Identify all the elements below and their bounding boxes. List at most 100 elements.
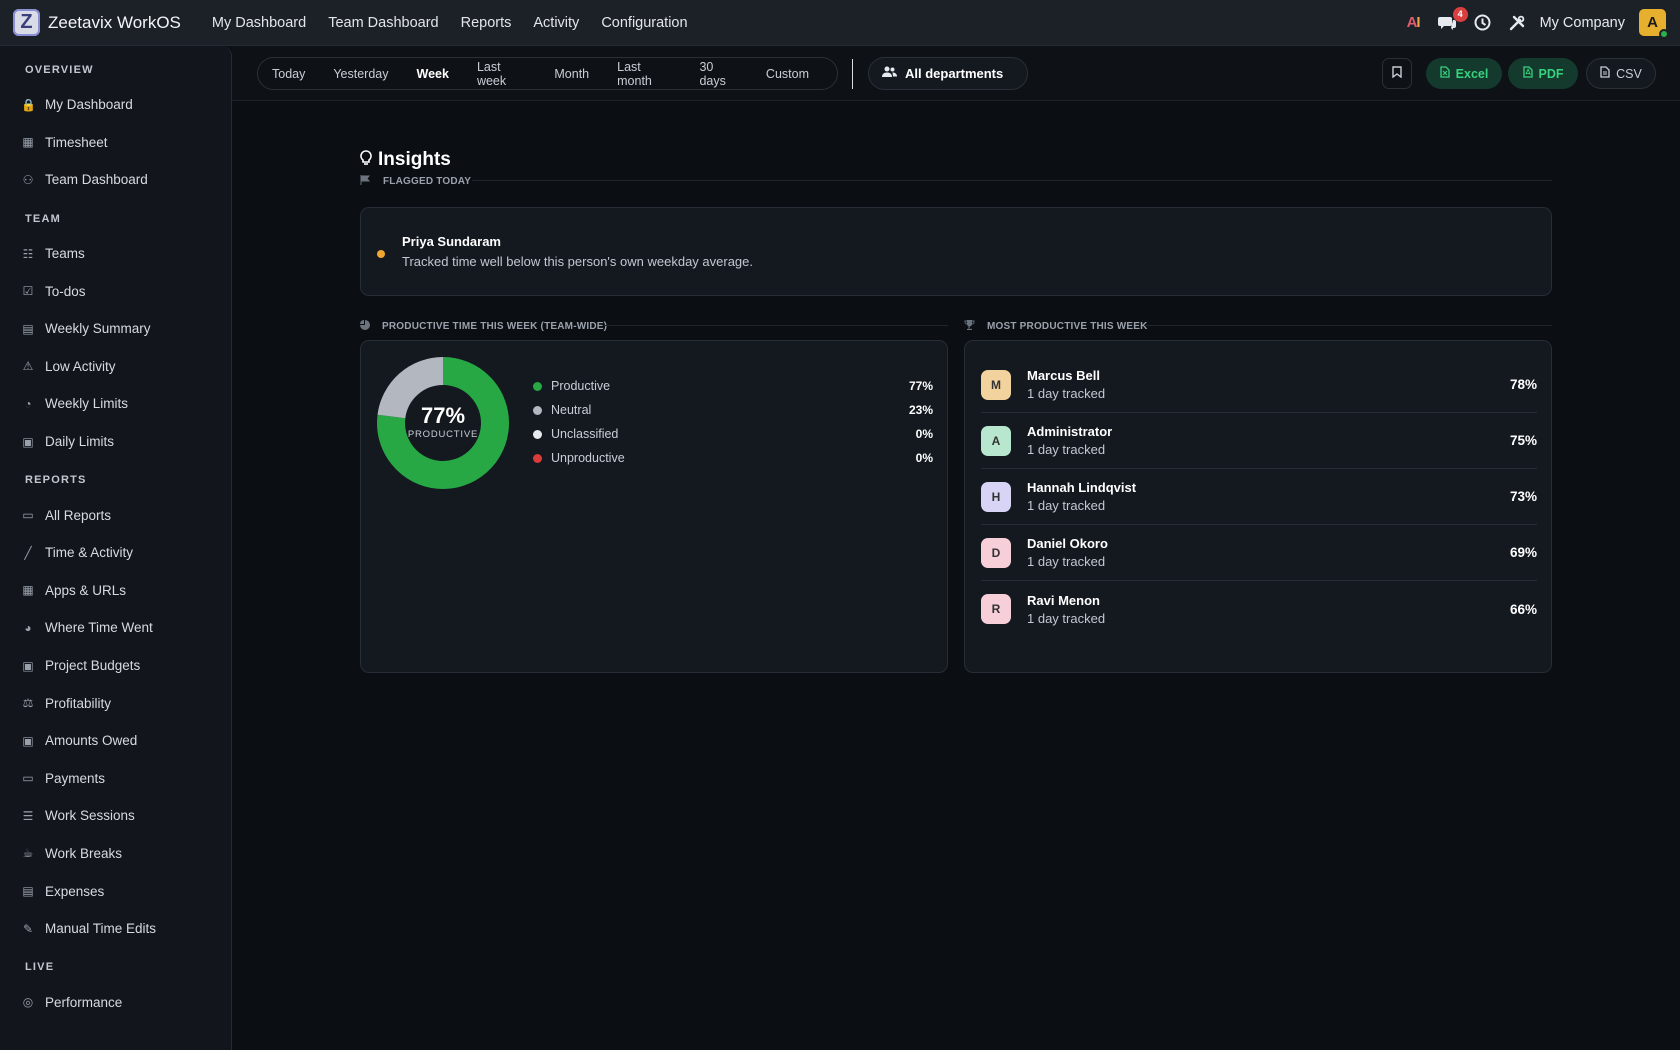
app-logo[interactable]: Z <box>13 9 40 36</box>
person-name: Ravi Menon <box>1027 592 1100 608</box>
sidebar-item-work-sessions[interactable]: ☰ Work Sessions <box>0 797 231 835</box>
range-month[interactable]: Month <box>554 67 589 81</box>
sidebar-item-performance[interactable]: ◎ Performance <box>0 983 231 1021</box>
sidebar-item-weekly-limits[interactable]: ◔ Weekly Limits <box>0 385 231 423</box>
briefcase-icon: ▣ <box>22 658 34 673</box>
flagged-card[interactable]: Priya Sundaram Tracked time well below t… <box>360 207 1552 296</box>
lightbulb-icon <box>360 150 372 170</box>
range-week[interactable]: Week <box>417 67 449 81</box>
productive-section-rule <box>604 325 948 326</box>
flagged-person-name: Priya Sundaram <box>402 234 501 249</box>
sidebar-item-my-dashboard[interactable]: 🔒 My Dashboard <box>0 86 231 124</box>
person-productivity: 73% <box>1509 489 1537 504</box>
person-productivity: 69% <box>1509 545 1537 560</box>
list-item[interactable]: R Ravi Menon 1 day tracked 66% <box>981 581 1537 637</box>
sidebar-item-label: Work Breaks <box>45 845 123 861</box>
nav-activity[interactable]: Activity <box>522 15 590 31</box>
person-info: Marcus Bell 1 day tracked <box>1027 368 1105 401</box>
donut-center-label: PRODUCTIVE <box>407 429 479 440</box>
list-item[interactable]: M Marcus Bell 1 day tracked 78% <box>981 357 1537 413</box>
export-csv-label: CSV <box>1616 66 1642 81</box>
grid-icon: ▦ <box>22 583 34 598</box>
list-item[interactable]: D Daniel Okoro 1 day tracked 69% <box>981 525 1537 581</box>
range-today[interactable]: Today <box>272 67 305 81</box>
productive-section-text: PRODUCTIVE TIME THIS WEEK (TEAM-WIDE) <box>382 321 608 332</box>
company-switcher[interactable]: My Company <box>1540 15 1625 31</box>
sidebar-item-expenses[interactable]: ▤ Expenses <box>0 872 231 910</box>
person-info: Daniel Okoro 1 day tracked <box>1027 536 1108 569</box>
list-item[interactable]: H Hannah Lindqvist 1 day tracked 73% <box>981 469 1537 525</box>
legend-dot <box>533 429 542 439</box>
sidebar-item-team-dashboard[interactable]: ⚇ Team Dashboard <box>0 161 231 199</box>
top-section-text: MOST PRODUCTIVE THIS WEEK <box>987 321 1148 332</box>
export-pdf-label: PDF <box>1538 66 1564 81</box>
sidebar-item-label: Profitability <box>45 695 112 711</box>
sidebar-item-timesheet[interactable]: ▦ Timesheet <box>0 124 231 162</box>
sidebar-section-reports: REPORTS <box>25 474 87 487</box>
users-icon: ⚇ <box>22 172 34 187</box>
sidebar-item-label: Performance <box>45 994 123 1010</box>
sidebar-item-daily-limits[interactable]: ▣ Daily Limits <box>0 423 231 461</box>
nav-configuration[interactable]: Configuration <box>590 15 698 31</box>
sidebar-item-payments[interactable]: ▭ Payments <box>0 760 231 798</box>
department-select[interactable]: All departments <box>868 57 1028 90</box>
range-yesterday[interactable]: Yesterday <box>333 67 388 81</box>
pie-chart-icon <box>360 320 370 333</box>
nav-my-dashboard[interactable]: My Dashboard <box>201 15 317 31</box>
export-excel-button[interactable]: Excel <box>1426 58 1502 89</box>
most-productive-card: M Marcus Bell 1 day tracked 78% A Administrat… <box>964 340 1552 673</box>
person-info: Administrator 1 day tracked <box>1027 424 1112 457</box>
export-pdf-button[interactable]: PDF <box>1508 58 1578 89</box>
sidebar-item-teams[interactable]: ☷ Teams <box>0 235 231 273</box>
sidebar-item-amounts-owed[interactable]: ▣ Amounts Owed <box>0 722 231 760</box>
sidebar-item-label: Expenses <box>45 883 105 899</box>
productive-section-label: PRODUCTIVE TIME THIS WEEK (TEAM-WIDE) <box>360 320 607 333</box>
sidebar-item-manual-time-edits[interactable]: ✎ Manual Time Edits <box>0 910 231 948</box>
user-avatar[interactable]: A <box>1639 9 1669 39</box>
sidebar-item-label: Time & Activity <box>45 545 134 561</box>
app-title[interactable]: Zeetavix WorkOS <box>48 13 181 33</box>
coffee-icon: ☕ <box>22 846 34 861</box>
range-30-days[interactable]: 30 days <box>699 60 737 88</box>
export-csv-button[interactable]: CSV <box>1586 58 1656 89</box>
flagged-section-text: FLAGGED TODAY <box>383 176 472 187</box>
sidebar-item-all-reports[interactable]: ▭ All Reports <box>0 496 231 534</box>
person-days-tracked: 1 day tracked <box>1027 610 1106 626</box>
csv-file-icon <box>1600 66 1610 81</box>
tools-icon[interactable] <box>1509 15 1525 31</box>
legend-row-productive: Productive 77% <box>533 377 933 395</box>
list-item[interactable]: A Administrator 1 day tracked 75% <box>981 413 1537 469</box>
trophy-icon <box>964 320 975 333</box>
person-name: Marcus Bell <box>1027 368 1100 383</box>
sidebar-item-work-breaks[interactable]: ☕ Work Breaks <box>0 835 231 873</box>
sidebar-item-project-budgets[interactable]: ▣ Project Budgets <box>0 647 231 685</box>
nav-reports[interactable]: Reports <box>450 15 523 31</box>
range-custom[interactable]: Custom <box>766 67 809 81</box>
receipt-icon: ▤ <box>22 884 34 899</box>
sidebar-item-weekly-summary[interactable]: ▤ Weekly Summary <box>0 310 231 348</box>
sidebar-item-low-activity[interactable]: ⚠ Low Activity <box>0 348 231 386</box>
ai-assistant-icon[interactable]: AI <box>1407 14 1421 31</box>
range-last-week[interactable]: Last week <box>477 60 526 88</box>
sidebar-item-to-dos[interactable]: ☑ To-dos <box>0 272 231 310</box>
flagged-section-label: FLAGGED TODAY <box>360 175 471 188</box>
chat-icon[interactable]: 4 <box>1437 6 1468 31</box>
person-productivity: 75% <box>1509 433 1537 448</box>
top-navbar: Z Zeetavix WorkOS My Dashboard Team Dash… <box>0 0 1680 46</box>
line-chart-icon: ╱ <box>24 545 32 560</box>
person-name: Hannah Lindqvist <box>1027 480 1137 495</box>
edit-icon: ✎ <box>22 921 34 936</box>
sidebar-item-apps-urls[interactable]: ▦ Apps & URLs <box>0 572 231 610</box>
online-status-dot <box>1659 29 1669 39</box>
clock-icon[interactable] <box>1474 14 1491 31</box>
sidebar-item-label: Apps & URLs <box>45 582 127 598</box>
department-select-label: All departments <box>905 66 1004 81</box>
sidebar-item-time-activity[interactable]: ╱ Time & Activity <box>0 534 231 572</box>
person-info: Hannah Lindqvist 1 day tracked <box>1027 480 1136 513</box>
range-last-month[interactable]: Last month <box>617 60 671 88</box>
bookmark-button[interactable] <box>1382 58 1412 89</box>
sidebar-item-profitability[interactable]: ⚖ Profitability <box>0 684 231 722</box>
flagged-person-description: Tracked time well below this person's ow… <box>402 254 753 269</box>
sidebar-item-where-time-went[interactable]: ◕ Where Time Went <box>0 609 231 647</box>
nav-team-dashboard[interactable]: Team Dashboard <box>317 15 449 31</box>
